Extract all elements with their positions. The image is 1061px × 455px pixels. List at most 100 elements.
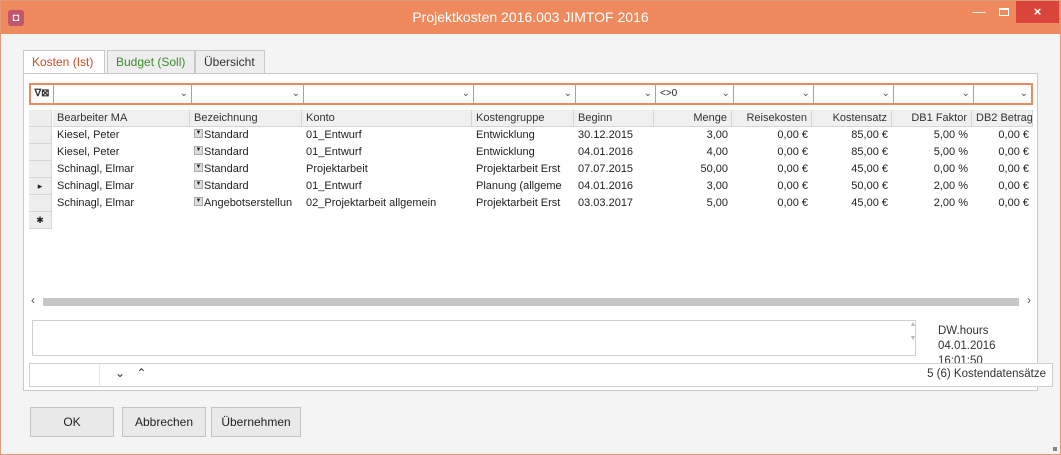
notes-scrollbar[interactable]: ▲ ▼	[908, 321, 918, 355]
minimize-button[interactable]: —	[966, 1, 992, 23]
combo-dropdown-icon[interactable]: ▼	[194, 197, 203, 206]
record-number-field[interactable]	[30, 364, 100, 386]
cell-kostengruppe[interactable]: Planung (allgeme	[472, 178, 574, 195]
close-button[interactable]: ×	[1016, 1, 1059, 23]
filter-menge[interactable]: <>0 ⌄	[656, 85, 734, 103]
tab-budget-soll[interactable]: Budget (Soll)	[107, 50, 195, 74]
cell-menge[interactable]: 4,00	[654, 144, 732, 161]
scroll-right-icon[interactable]: ›	[1027, 293, 1031, 307]
cell-konto[interactable]: Projektarbeit	[302, 161, 472, 178]
table-row[interactable]: Schinagl, Elmar ▼ Angebotserstellun 02_Pr…	[29, 195, 1033, 212]
col-header-konto[interactable]: Konto	[302, 110, 472, 127]
col-header-kostensatz[interactable]: Kostensatz	[812, 110, 892, 127]
notes-field[interactable]	[32, 320, 916, 356]
cell-menge[interactable]: 3,00	[654, 127, 732, 144]
col-header-db2-betrag[interactable]: DB2 Betrag	[972, 110, 1033, 127]
record-nav-arrows[interactable]: ⌄ ⌃	[115, 366, 150, 380]
cell-kostensatz[interactable]: 50,00 €	[812, 178, 892, 195]
cell-konto[interactable]: 01_Entwurf	[302, 127, 472, 144]
cell-bezeichnung[interactable]: ▼ Standard	[190, 144, 302, 161]
row-selector[interactable]	[29, 144, 52, 161]
cell-konto[interactable]: 01_Entwurf	[302, 144, 472, 161]
filter-db2-betrag[interactable]: ⌄	[974, 85, 1031, 103]
row-selector[interactable]	[29, 195, 52, 212]
col-header-menge[interactable]: Menge	[654, 110, 732, 127]
cell-kostengruppe[interactable]: Projektarbeit Erst	[472, 161, 574, 178]
cell-reisekosten[interactable]: 0,00 €	[732, 178, 812, 195]
apply-button[interactable]: Übernehmen	[211, 407, 301, 437]
cancel-button[interactable]: Abbrechen	[122, 407, 206, 437]
filter-kostengruppe[interactable]: ⌄	[474, 85, 576, 103]
combo-dropdown-icon[interactable]: ▼	[194, 129, 203, 138]
horizontal-scrollbar[interactable]: ‹ ›	[29, 293, 1033, 308]
table-row[interactable]: Kiesel, Peter ▼ Standard 01_Entwurf Entwi…	[29, 144, 1033, 161]
cell-bearbeiter[interactable]: Schinagl, Elmar	[53, 195, 190, 212]
cell-bearbeiter[interactable]: Schinagl, Elmar	[53, 178, 190, 195]
col-header-db1-faktor[interactable]: DB1 Faktor	[892, 110, 972, 127]
col-header-reisekosten[interactable]: Reisekosten	[732, 110, 812, 127]
row-selector[interactable]	[29, 161, 52, 178]
col-header-bearbeiter[interactable]: Bearbeiter MA	[53, 110, 190, 127]
cell-db1-faktor[interactable]: 0,00 %	[892, 161, 972, 178]
combo-dropdown-icon[interactable]: ▼	[194, 146, 203, 155]
table-row[interactable]: ▸ Schinagl, Elmar ▼ Standard 01_Entwurf P…	[29, 178, 1033, 195]
filter-reisekosten[interactable]: ⌄	[734, 85, 814, 103]
new-row-indicator[interactable]: ✱	[29, 212, 52, 229]
cell-menge[interactable]: 50,00	[654, 161, 732, 178]
cell-db2-betrag[interactable]: 0,00 €	[972, 178, 1033, 195]
cell-bezeichnung[interactable]: ▼ Standard	[190, 127, 302, 144]
current-row-indicator[interactable]: ▸	[29, 178, 52, 195]
cell-konto[interactable]: 02_Projektarbeit allgemein	[302, 195, 472, 212]
tab-uebersicht[interactable]: Übersicht	[195, 50, 265, 74]
combo-dropdown-icon[interactable]: ▼	[194, 163, 203, 172]
cell-db1-faktor[interactable]: 5,00 %	[892, 127, 972, 144]
scrollbar-thumb[interactable]	[43, 298, 1019, 306]
cell-reisekosten[interactable]: 0,00 €	[732, 144, 812, 161]
cell-bezeichnung[interactable]: ▼ Angebotserstellun	[190, 195, 302, 212]
filter-db1-faktor[interactable]: ⌄	[894, 85, 974, 103]
cell-menge[interactable]: 5,00	[654, 195, 732, 212]
cell-bezeichnung[interactable]: ▼ Standard	[190, 161, 302, 178]
row-selector[interactable]	[29, 127, 52, 144]
cell-bearbeiter[interactable]: Kiesel, Peter	[53, 144, 190, 161]
filter-bearbeiter[interactable]: ⌄	[55, 85, 192, 103]
cell-db1-faktor[interactable]: 2,00 %	[892, 195, 972, 212]
cell-beginn[interactable]: 30.12.2015	[574, 127, 654, 144]
filter-beginn[interactable]: ⌄	[576, 85, 656, 103]
cell-beginn[interactable]: 04.01.2016	[574, 144, 654, 161]
cell-kostengruppe[interactable]: Entwicklung	[472, 144, 574, 161]
table-row[interactable]: Kiesel, Peter ▼ Standard 01_Entwurf Entwi…	[29, 127, 1033, 144]
new-record-row[interactable]: ✱	[29, 212, 1033, 229]
cell-beginn[interactable]: 03.03.2017	[574, 195, 654, 212]
cell-db2-betrag[interactable]: 0,00 €	[972, 127, 1033, 144]
filter-kostensatz[interactable]: ⌄	[814, 85, 894, 103]
cell-kostengruppe[interactable]: Entwicklung	[472, 127, 574, 144]
cell-bezeichnung[interactable]: ▼ Standard	[190, 178, 302, 195]
cell-reisekosten[interactable]: 0,00 €	[732, 161, 812, 178]
cell-db2-betrag[interactable]: 0,00 €	[972, 195, 1033, 212]
cell-kostensatz[interactable]: 85,00 €	[812, 144, 892, 161]
cell-beginn[interactable]: 07.07.2015	[574, 161, 654, 178]
cell-db2-betrag[interactable]: 0,00 €	[972, 161, 1033, 178]
cell-beginn[interactable]: 04.01.2016	[574, 178, 654, 195]
cell-kostensatz[interactable]: 85,00 €	[812, 127, 892, 144]
filter-konto[interactable]: ⌄	[304, 85, 474, 103]
cell-kostengruppe[interactable]: Projektarbeit Erst	[472, 195, 574, 212]
table-row[interactable]: Schinagl, Elmar ▼ Standard Projektarbeit …	[29, 161, 1033, 178]
cell-kostensatz[interactable]: 45,00 €	[812, 195, 892, 212]
cell-bearbeiter[interactable]: Schinagl, Elmar	[53, 161, 190, 178]
cell-db1-faktor[interactable]: 2,00 %	[892, 178, 972, 195]
cell-reisekosten[interactable]: 0,00 €	[732, 195, 812, 212]
cell-db2-betrag[interactable]: 0,00 €	[972, 144, 1033, 161]
cell-db1-faktor[interactable]: 5,00 %	[892, 144, 972, 161]
col-header-beginn[interactable]: Beginn	[574, 110, 654, 127]
cell-konto[interactable]: 01_Entwurf	[302, 178, 472, 195]
filter-toggle-icon[interactable]: ∇⊠	[31, 85, 54, 103]
col-header-kostengruppe[interactable]: Kostengruppe	[472, 110, 574, 127]
maximize-button[interactable]	[991, 1, 1017, 23]
combo-dropdown-icon[interactable]: ▼	[194, 180, 203, 189]
scroll-left-icon[interactable]: ‹	[31, 293, 35, 307]
cell-reisekosten[interactable]: 0,00 €	[732, 127, 812, 144]
filter-bezeichnung[interactable]: ⌄	[192, 85, 304, 103]
cell-bearbeiter[interactable]: Kiesel, Peter	[53, 127, 190, 144]
